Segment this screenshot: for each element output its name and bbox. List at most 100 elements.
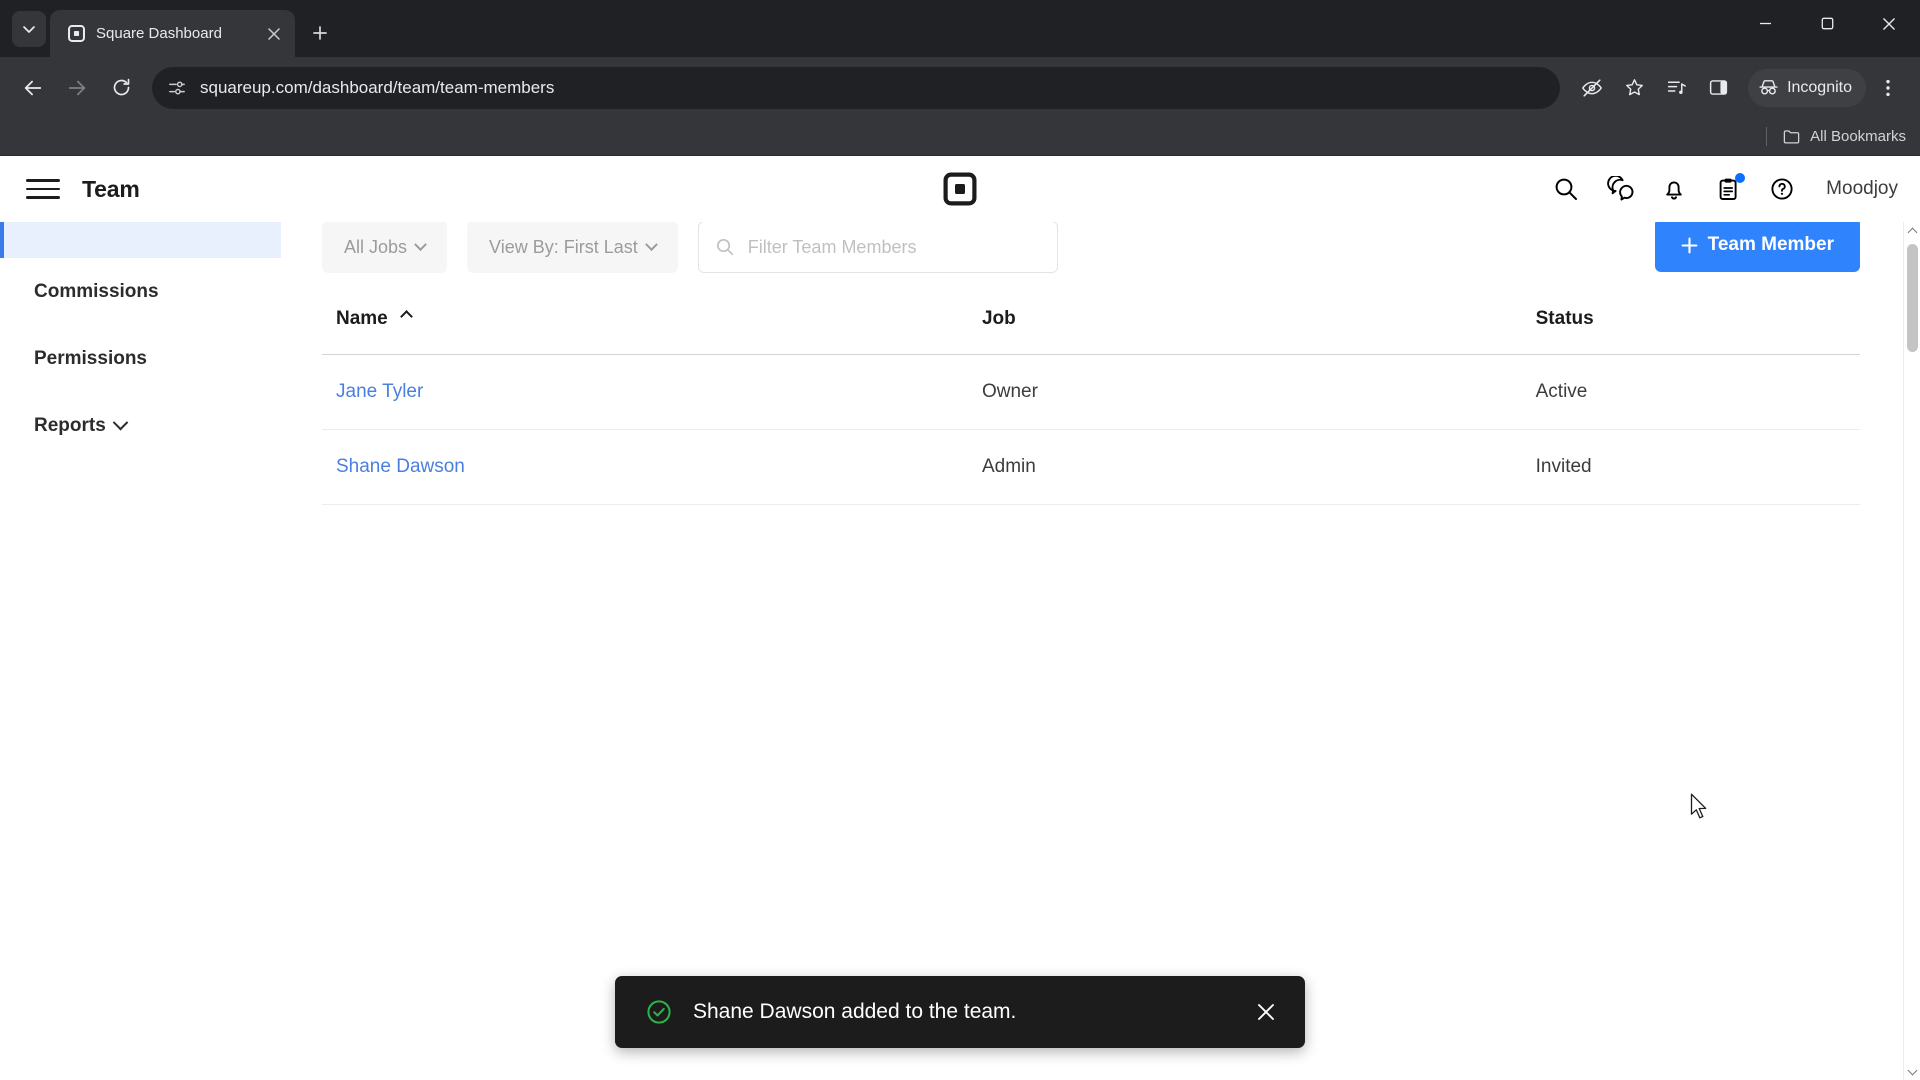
scroll-down-icon[interactable] [1904,1063,1920,1080]
search-icon[interactable] [1552,175,1580,203]
messages-icon[interactable] [1606,175,1634,203]
cell-status: Active [1521,354,1860,430]
filter-bar: All Jobs View By: First Last Filter Team… [322,222,1860,280]
sidebar-item-permissions[interactable]: Permissions [0,325,281,392]
site-settings-icon[interactable] [166,77,188,99]
table-row[interactable]: Jane Tyler Owner Active [322,354,1860,430]
bookmark-button[interactable] [1614,68,1654,108]
column-header-label: Status [1535,308,1594,329]
plus-icon [1681,237,1698,253]
maximize-button[interactable] [1796,0,1858,47]
folder-icon [1783,130,1800,144]
incognito-label: Incognito [1787,78,1852,96]
clipboard-icon[interactable] [1714,173,1746,203]
reload-button[interactable] [100,67,142,109]
column-header-status[interactable]: Status [1521,286,1860,355]
reading-list-icon [1667,81,1686,94]
main-content: All Jobs View By: First Last Filter Team… [281,222,1920,1080]
app-header: Team Moodjoy [0,156,1920,222]
tab-search-button[interactable] [12,11,46,47]
chevron-down-icon [414,237,427,251]
new-tab-button[interactable] [303,16,337,50]
toast-close-button[interactable] [1251,997,1281,1027]
team-members-table: Name Job Status Jane Tyler Owner Active … [322,286,1860,505]
column-header-label: Name [336,308,388,329]
address-bar-url: squareup.com/dashboard/team/team-members [200,77,555,97]
window-close-icon [1883,17,1895,30]
bell-icon[interactable] [1660,175,1688,203]
tab-close-button[interactable] [263,23,285,45]
toast-notification: Shane Dawson added to the team. [615,976,1305,1048]
sidebar-item-reports[interactable]: Reports [0,392,281,459]
add-team-member-button[interactable]: Team Member [1654,222,1860,272]
minimize-button[interactable] [1734,0,1796,47]
team-member-link[interactable]: Shane Dawson [336,456,465,477]
window-close-button[interactable] [1858,0,1920,47]
close-icon [268,27,280,40]
tab-title: Square Dashboard [96,25,222,42]
app-header-actions: Moodjoy [1552,173,1898,203]
reading-list-button[interactable] [1656,68,1696,108]
forward-button[interactable] [56,67,98,109]
reload-icon [113,78,129,96]
tab-strip: Square Dashboard [0,0,1920,57]
scroll-up-icon[interactable] [1904,222,1920,239]
side-panel-button[interactable] [1698,68,1738,108]
browser-window: Square Dashboard squareup.com/dashboard/… [0,0,1920,1080]
notification-badge [1735,173,1746,183]
plus-icon [313,26,327,40]
incognito-icon [1759,80,1778,95]
caret-up-icon [400,310,413,323]
view-by-label: View By: First Last [489,236,638,257]
sidebar-item-label: Reports [34,414,106,436]
chevron-down-icon [112,414,129,431]
table-header-row: Name Job Status [322,286,1860,355]
sidebar-item-label: Commissions [34,280,159,302]
maximize-icon [1821,17,1833,30]
cell-name: Jane Tyler [322,354,968,430]
sidebar-item-active-partial[interactable] [0,222,281,258]
minimize-icon [1759,22,1771,25]
hamburger-menu-icon[interactable] [26,174,60,204]
jobs-filter-dropdown[interactable]: All Jobs [322,222,448,273]
jobs-filter-label: All Jobs [344,236,408,257]
table-row[interactable]: Shane Dawson Admin Invited [322,429,1860,505]
search-input[interactable]: Filter Team Members [697,222,1058,273]
column-header-name[interactable]: Name [322,286,968,355]
side-panel-icon [1709,80,1727,95]
add-team-member-label: Team Member [1707,234,1834,255]
sidebar-item-commissions[interactable]: Commissions [0,258,281,325]
all-bookmarks-button[interactable]: All Bookmarks [1810,128,1906,145]
incognito-indicator[interactable]: Incognito [1748,68,1866,107]
app-body: Commissions Permissions Reports All Jobs [0,222,1920,1080]
square-logo-icon [66,24,86,44]
view-by-dropdown[interactable]: View By: First Last [467,222,678,273]
account-menu[interactable]: Moodjoy [1826,178,1898,200]
page-viewport: Team Moodjoy Commissions Permissions Rep… [0,156,1920,1080]
address-bar[interactable]: squareup.com/dashboard/team/team-members [152,66,1561,109]
help-icon[interactable] [1768,175,1796,203]
bookmarks-divider [1766,127,1768,146]
browser-tab[interactable]: Square Dashboard [50,10,295,57]
browser-menu-button[interactable] [1868,68,1908,108]
cell-name: Shane Dawson [322,429,968,505]
column-header-job[interactable]: Job [967,286,1522,355]
search-icon [716,238,733,256]
back-button[interactable] [12,67,54,109]
toast-message: Shane Dawson added to the team. [693,1000,1017,1023]
browser-toolbar: squareup.com/dashboard/team/team-members [0,57,1920,118]
team-member-link[interactable]: Jane Tyler [336,381,423,402]
tracking-protection-button[interactable] [1572,68,1612,108]
window-controls [1734,0,1920,47]
square-logo-icon[interactable] [943,172,977,206]
cell-job: Owner [967,354,1522,430]
scrollbar-thumb[interactable] [1907,244,1918,352]
chevron-down-icon [23,26,35,33]
close-icon [1258,1004,1274,1020]
column-header-label: Job [981,308,1016,329]
cell-job: Admin [967,429,1522,505]
back-arrow-icon [24,80,42,95]
check-circle-icon [647,1000,671,1024]
page-scrollbar[interactable] [1903,222,1920,1080]
star-icon [1625,79,1643,96]
